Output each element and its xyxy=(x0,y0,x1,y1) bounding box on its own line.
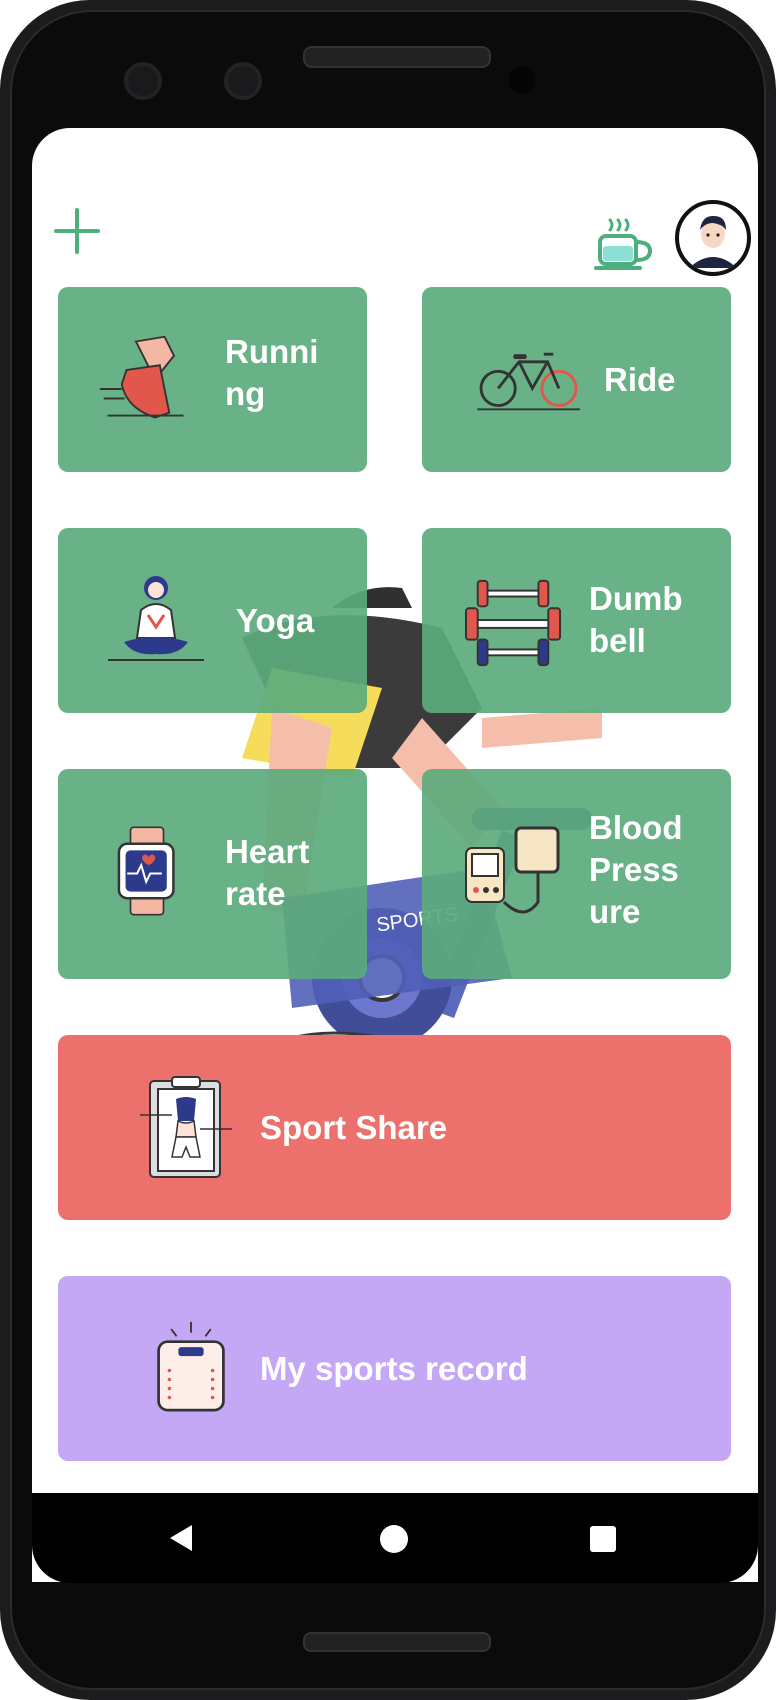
app-screen: SPORTS Runni ng Ride Yoga Dumb bell Hear… xyxy=(32,128,758,1582)
dumbbell-label: Dumb bell xyxy=(589,580,683,659)
sport-share-label: Sport Share xyxy=(260,1109,448,1146)
body-measure-icon xyxy=(140,1076,232,1178)
ride-card[interactable]: Ride xyxy=(422,287,731,472)
dumbbell-icon xyxy=(464,579,562,667)
scale-icon xyxy=(157,1321,225,1412)
front-camera xyxy=(124,62,162,100)
sports-record-card[interactable]: My sports record xyxy=(58,1276,731,1461)
yoga-icon xyxy=(108,576,204,661)
yoga-label: Yoga xyxy=(236,602,315,639)
running-shoe-icon xyxy=(99,335,184,419)
cup-icon[interactable] xyxy=(594,216,654,272)
user-avatar[interactable] xyxy=(675,200,751,276)
earpiece-speaker xyxy=(303,46,491,68)
bicycle-icon xyxy=(477,352,580,411)
proximity-sensor xyxy=(508,66,536,94)
back-triangle-icon[interactable] xyxy=(166,1523,196,1553)
yoga-card[interactable]: Yoga xyxy=(58,528,367,713)
running-label: Runni ng xyxy=(225,333,319,412)
smartwatch-icon xyxy=(117,826,175,916)
avatar-person-icon xyxy=(689,215,737,268)
blood-pressure-label: Blood Press ure xyxy=(589,809,683,930)
home-circle-icon[interactable] xyxy=(380,1525,408,1553)
front-camera-secondary xyxy=(224,62,262,100)
recents-square-icon[interactable] xyxy=(590,1526,616,1552)
system-navigation-bar xyxy=(32,1493,758,1583)
heart-rate-label: Heart rate xyxy=(225,833,310,912)
bottom-speaker xyxy=(303,1632,491,1652)
heart-rate-card[interactable]: Heart rate xyxy=(58,769,367,979)
running-card[interactable]: Runni ng xyxy=(58,287,367,472)
blood-pressure-monitor-icon xyxy=(465,826,560,914)
blood-pressure-card[interactable]: Blood Press ure xyxy=(422,769,731,979)
sport-share-card[interactable]: Sport Share xyxy=(58,1035,731,1220)
phone-frame: SPORTS Runni ng Ride Yoga Dumb bell Hear… xyxy=(0,0,776,1700)
plus-icon[interactable] xyxy=(52,206,102,256)
dumbbell-card[interactable]: Dumb bell xyxy=(422,528,731,713)
sports-record-label: My sports record xyxy=(260,1350,528,1387)
ride-label: Ride xyxy=(604,361,676,398)
